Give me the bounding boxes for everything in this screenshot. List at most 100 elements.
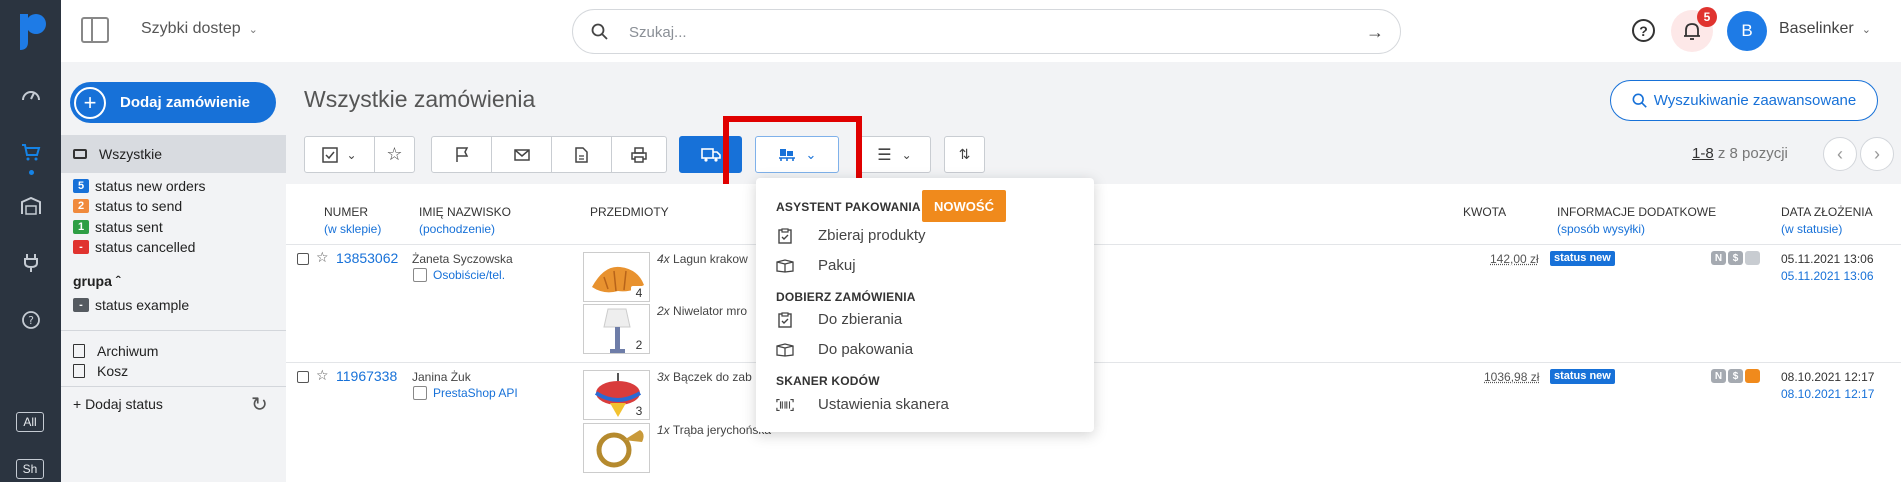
order-id-link[interactable]: 13853062	[336, 250, 398, 266]
to-pack-item[interactable]: Do pakowania	[776, 341, 913, 358]
shortcut-sh[interactable]: Sh	[16, 459, 44, 479]
sort-button[interactable]: ⇅	[944, 136, 985, 173]
plug-icon[interactable]	[19, 251, 43, 275]
chevron-down-icon: ⌄	[346, 147, 357, 162]
group-label: grupa	[73, 273, 112, 289]
status-item-sent[interactable]: 1 status sent	[73, 219, 163, 235]
product-qty: 2	[631, 338, 647, 352]
status-item-cancelled[interactable]: - status cancelled	[73, 239, 195, 255]
warehouse-icon[interactable]	[19, 194, 43, 218]
status-label: status new orders	[95, 178, 206, 194]
add-order-button[interactable]: + Dodaj zamówienie	[70, 82, 276, 123]
user-menu[interactable]: Baselinker ⌄	[1779, 20, 1871, 38]
avatar[interactable]: B	[1727, 11, 1767, 51]
row-checkbox[interactable]	[297, 371, 309, 383]
product-qty-prefix: 4x	[657, 252, 670, 266]
svg-text:?: ?	[28, 314, 34, 327]
header-label: NUMER	[324, 205, 368, 219]
header-sublabel: (w sklepie)	[324, 222, 382, 236]
status-group-toggle[interactable]: grupa ˆ	[73, 273, 120, 289]
payment-badge: $	[1728, 369, 1743, 383]
sidebar-item-trash[interactable]: Kosz	[73, 363, 128, 379]
package-icon	[1745, 369, 1760, 383]
add-status-link[interactable]: + Dodaj status	[73, 396, 163, 412]
column-header-items[interactable]: PRZEDMIOTY	[590, 204, 669, 221]
refresh-icon[interactable]: ↻	[251, 392, 268, 417]
active-indicator	[29, 170, 34, 175]
status-item-new-orders[interactable]: 5 status new orders	[73, 178, 206, 194]
order-date-value: 05.11.2021 13:06	[1781, 252, 1874, 266]
page-title: Wszystkie zamówienia	[304, 86, 536, 112]
row-checkbox[interactable]	[297, 253, 309, 265]
product-thumbnail[interactable]	[583, 423, 650, 473]
collect-products-item[interactable]: Zbieraj produkty	[776, 227, 926, 244]
print-button[interactable]	[611, 136, 667, 173]
advanced-search-label: Wyszukiwanie zaawansowane	[1653, 92, 1857, 109]
inbox-icon	[73, 149, 87, 159]
column-header-amount[interactable]: KWOTA	[1463, 204, 1506, 221]
status-item-to-send[interactable]: 2 status to send	[73, 198, 182, 214]
new-badge: NOWOŚĆ	[922, 190, 1006, 222]
sort-icon: ⇅	[958, 146, 971, 162]
shortcut-all[interactable]: All	[16, 412, 44, 432]
menu-item-label: Do pakowania	[818, 341, 914, 358]
status-badge[interactable]: status new	[1550, 369, 1615, 384]
dashboard-icon[interactable]	[19, 82, 43, 106]
cart-icon[interactable]	[19, 140, 43, 164]
clipboard-check-icon	[776, 311, 794, 328]
email-button[interactable]	[491, 136, 552, 173]
to-collect-item[interactable]: Do zbierania	[776, 311, 902, 328]
menu-dropdown-button[interactable]: ☰ ⌄	[858, 136, 931, 173]
clipboard-check-icon	[776, 227, 794, 244]
product-thumbnail[interactable]: 3	[583, 370, 650, 420]
help-circle-icon[interactable]: ?	[19, 308, 43, 332]
search-placeholder: Szukaj...	[629, 24, 687, 41]
column-header-info[interactable]: INFORMACJE DODATKOWE (sposób wysyłki)	[1557, 204, 1716, 238]
help-icon[interactable]: ?	[1632, 19, 1655, 42]
prev-page-button[interactable]: ‹	[1823, 137, 1857, 171]
product-thumbnail[interactable]: 4	[583, 252, 650, 302]
status-badge[interactable]: status new	[1550, 251, 1615, 266]
product-qty-prefix: 1x	[657, 423, 670, 437]
document-icon	[575, 146, 588, 163]
divider	[61, 386, 286, 387]
product-name[interactable]: Lagun krakow	[673, 252, 748, 266]
order-source[interactable]: PrestaShop API	[413, 386, 518, 400]
search-icon	[1632, 93, 1647, 108]
baselinker-logo[interactable]	[15, 12, 49, 52]
product-thumbnail[interactable]: 2	[583, 304, 650, 354]
star-icon[interactable]: ☆	[316, 249, 329, 266]
column-header-date[interactable]: DATA ZŁOŻENIA (w statusie)	[1781, 204, 1873, 238]
document-button[interactable]	[551, 136, 612, 173]
payment-badge: $	[1728, 251, 1743, 265]
scanner-settings-item[interactable]: Ustawienia skanera	[776, 396, 949, 413]
arrow-right-icon[interactable]: →	[1366, 22, 1384, 43]
layout-toggle-icon[interactable]	[81, 17, 109, 43]
search-field[interactable]: Szukaj... →	[572, 9, 1401, 54]
box-icon	[776, 258, 794, 273]
sidebar-item-archive[interactable]: Archiwum	[73, 343, 158, 359]
column-header-name[interactable]: IMIĘ NAZWISKO (pochodzenie)	[419, 204, 511, 238]
header-label: KWOTA	[1463, 205, 1507, 219]
product-name[interactable]: Niwelator mro	[673, 304, 747, 318]
status-item-example[interactable]: - status example	[73, 297, 189, 313]
advanced-search-button[interactable]: Wyszukiwanie zaawansowane	[1610, 80, 1878, 121]
pack-item[interactable]: Pakuj	[776, 257, 856, 274]
notifications-button[interactable]: 5	[1671, 7, 1717, 52]
sidebar-item-all[interactable]: Wszystkie	[61, 135, 286, 173]
quick-access-menu[interactable]: Szybki dostep ⌄	[141, 20, 258, 38]
select-dropdown-button[interactable]: ⌄	[304, 136, 375, 173]
order-id-link[interactable]: 11967338	[336, 368, 397, 384]
favorite-button[interactable]: ☆	[374, 136, 415, 173]
product-name[interactable]: Bączek do zab	[673, 370, 752, 384]
star-icon[interactable]: ☆	[316, 367, 329, 384]
flag-button[interactable]	[431, 136, 492, 173]
next-page-button[interactable]: ›	[1860, 137, 1894, 171]
product-line: 3x Bączek do zab	[657, 370, 752, 384]
order-source[interactable]: Osobiście/tel.	[413, 268, 505, 282]
header-sublabel: (pochodzenie)	[419, 222, 496, 236]
chevron-up-icon: ˆ	[115, 273, 121, 289]
sidebar-item-label: Archiwum	[97, 343, 159, 359]
column-header-number[interactable]: NUMER (w sklepie)	[324, 204, 381, 238]
product-qty-prefix: 2x	[657, 304, 670, 318]
